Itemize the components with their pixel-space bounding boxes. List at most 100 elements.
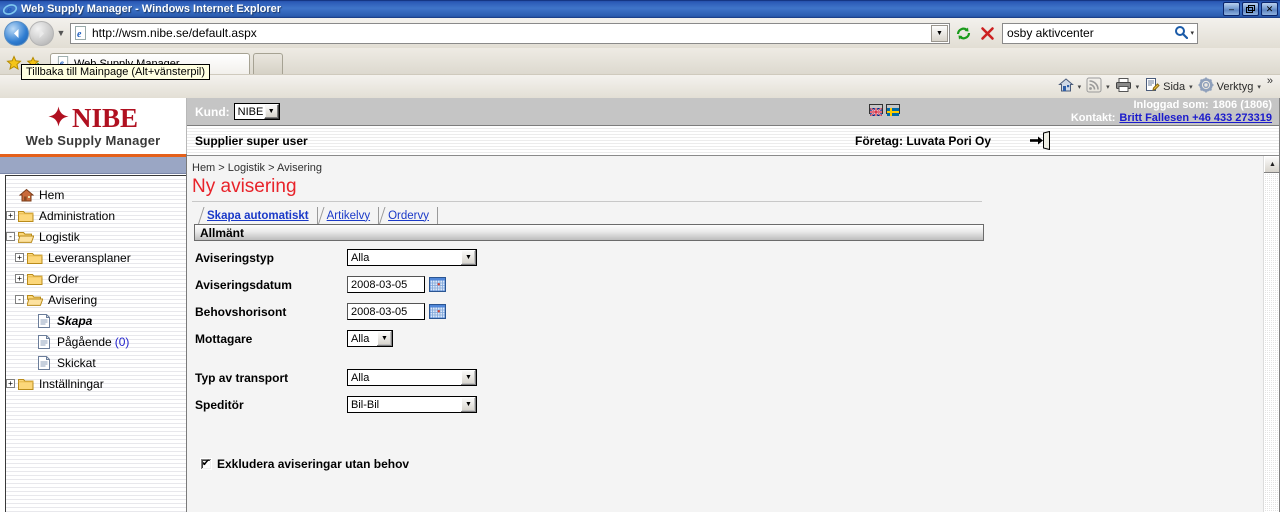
page-menu-label: Sida [1163, 80, 1186, 93]
mottagare-field[interactable]: Alla ▼ [347, 330, 393, 347]
aviseringstyp-select[interactable]: Alla ▼ [347, 249, 477, 266]
speditor-field[interactable]: Bil-Bil ▼ [347, 396, 477, 413]
calendar-icon[interactable] [429, 304, 446, 319]
minimize-button[interactable]: – [1223, 2, 1240, 16]
logout-door-icon[interactable] [1030, 130, 1052, 153]
sidebar-item-label: Order [48, 271, 79, 286]
sidebar-item-logistik[interactable]: - Logistik [6, 226, 186, 247]
new-tab-button[interactable] [253, 53, 283, 74]
close-button[interactable]: ✕ [1261, 2, 1278, 16]
print-button[interactable]: ▾ [1113, 77, 1142, 96]
stop-icon[interactable] [976, 22, 998, 44]
mottagare-select[interactable]: Alla ▼ [347, 330, 393, 347]
gear-icon [1198, 77, 1214, 96]
scroll-up-button[interactable]: ▲ [1264, 156, 1280, 173]
tree-expander-minus-icon[interactable]: - [15, 295, 24, 304]
contact-link[interactable]: Britt Fallesen +46 433 273319 [1119, 112, 1272, 125]
behovshorisont-input[interactable]: 2008-03-05 [347, 303, 425, 320]
brand-logo: NIBE Web Supply Manager [0, 98, 187, 154]
chevron-down-icon[interactable]: ▼ [377, 331, 392, 346]
customer-select[interactable]: NIBE ▼ [233, 103, 280, 120]
forward-button[interactable] [29, 20, 54, 46]
window-controls: – ✕ [1223, 2, 1278, 16]
feeds-caret[interactable]: ▾ [1106, 83, 1110, 91]
title-divider [192, 201, 982, 202]
tools-menu-caret[interactable]: ▾ [1257, 83, 1261, 91]
contact-row: Kontakt: Britt Fallesen +46 433 273319 [1071, 112, 1272, 125]
tab-artikelvy[interactable]: Artikelvy [318, 207, 380, 224]
search-go-group[interactable]: ▾ [1172, 24, 1197, 43]
refresh-icon[interactable] [952, 22, 974, 44]
calendar-icon[interactable] [429, 277, 446, 292]
tree-expander-plus-icon[interactable]: + [6, 211, 15, 220]
maximize-restore-button[interactable] [1242, 2, 1259, 16]
tree-expander-plus-icon[interactable]: + [15, 274, 24, 283]
customer-selector[interactable]: Kund: NIBE ▼ [195, 103, 280, 120]
chevron-down-icon[interactable]: ▼ [263, 104, 279, 119]
sidebar-item-order[interactable]: + Order [6, 268, 186, 289]
aviseringstyp-label: Aviseringstyp [195, 250, 274, 265]
page-menu-button[interactable]: Sida ▾ [1142, 77, 1195, 96]
page-menu-caret[interactable]: ▾ [1189, 83, 1193, 91]
speditor-value: Bil-Bil [351, 398, 380, 411]
vertical-scrollbar[interactable]: ▲ [1263, 156, 1280, 512]
sweden-flag-icon[interactable] [886, 104, 900, 116]
nibe-star-icon [48, 106, 69, 130]
page-icon [35, 355, 53, 370]
address-bar[interactable]: e http://wsm.nibe.se/default.aspx ▼ [70, 22, 950, 44]
exclude-checkbox-row[interactable]: ✔ Exkludera aviseringar utan behov [200, 457, 1280, 471]
aviseringsdatum-input[interactable]: 2008-03-05 [347, 276, 425, 293]
tab-skapa-automatiskt[interactable]: Skapa automatiskt [198, 207, 318, 224]
search-dropdown-caret[interactable]: ▾ [1190, 29, 1197, 37]
uk-flag-icon[interactable] [869, 104, 883, 117]
typ-av-transport-field[interactable]: Alla ▼ [347, 369, 477, 386]
toolbar-overflow-button[interactable]: » [1264, 75, 1276, 87]
folder-icon [17, 377, 35, 390]
tools-menu-label: Verktyg [1216, 80, 1254, 93]
aviseringstyp-field[interactable]: Alla ▼ [347, 249, 477, 266]
tab-label[interactable]: Artikelvy [327, 210, 370, 222]
tab-label[interactable]: Skapa automatiskt [207, 210, 309, 222]
sidebar-item-administration[interactable]: + Administration [6, 205, 186, 226]
aviseringsdatum-field[interactable]: 2008-03-05 [347, 276, 446, 293]
feeds-button[interactable]: ▾ [1084, 77, 1112, 96]
tree-expander-plus-icon[interactable]: + [6, 379, 15, 388]
sidebar-item-avisering[interactable]: - Avisering [6, 289, 186, 310]
print-caret[interactable]: ▾ [1136, 83, 1140, 91]
search-box[interactable]: osby aktivcenter ▾ [1002, 22, 1198, 44]
tree-expander-plus-icon[interactable]: + [15, 253, 24, 262]
tab-label[interactable]: Ordervy [388, 210, 429, 222]
sidebar-item-leveransplaner[interactable]: + Leveransplaner [6, 247, 186, 268]
exclude-checkbox[interactable]: ✔ [200, 458, 212, 470]
home-button[interactable]: ▾ [1056, 77, 1084, 96]
speditor-select[interactable]: Bil-Bil ▼ [347, 396, 477, 413]
typ-av-transport-select[interactable]: Alla ▼ [347, 369, 477, 386]
address-dropdown-button[interactable]: ▼ [931, 24, 948, 42]
back-button-tooltip: Tillbaka till Mainpage (Alt+vänsterpil) [21, 64, 211, 80]
chevron-down-icon[interactable]: ▼ [461, 397, 476, 412]
sidebar-item-p-g-ende[interactable]: Pågående (0) [6, 331, 186, 352]
behovshorisont-field[interactable]: 2008-03-05 [347, 303, 446, 320]
chevron-down-icon[interactable]: ▼ [461, 370, 476, 385]
tree-expander-minus-icon[interactable]: - [6, 232, 15, 241]
sidebar-item-skickat[interactable]: Skickat [6, 352, 186, 373]
back-button[interactable] [4, 20, 29, 46]
tab-ordervy[interactable]: Ordervy [379, 207, 438, 224]
chevron-down-icon[interactable]: ▼ [461, 250, 476, 265]
search-icon[interactable] [1172, 25, 1190, 42]
home-caret[interactable]: ▾ [1078, 83, 1082, 91]
app-header-bar: Kund: NIBE ▼ Inloggad som: 1806 (1806) K… [187, 98, 1280, 126]
aviseringsdatum-label: Aviseringsdatum [195, 277, 292, 292]
tools-menu-button[interactable]: Verktyg ▾ [1196, 77, 1263, 96]
sidebar-item-hem[interactable]: Hem [6, 184, 186, 205]
sidebar-item-inst-llningar[interactable]: + Inställningar [6, 373, 186, 394]
form-row-behovshorisont: Behovshorisont 2008-03-05 [195, 301, 1280, 322]
history-dropdown-caret[interactable]: ▼ [54, 28, 68, 38]
sidebar-item-skapa[interactable]: Skapa [6, 310, 186, 331]
sidebar-item-label: Administration [39, 208, 116, 223]
speditor-label: Speditör [195, 397, 244, 412]
customer-select-value: NIBE [237, 105, 264, 118]
right-column: Kund: NIBE ▼ Inloggad som: 1806 (1806) K… [187, 98, 1280, 512]
search-input[interactable]: osby aktivcenter [1003, 26, 1094, 40]
user-role-label: Supplier super user [195, 133, 308, 148]
